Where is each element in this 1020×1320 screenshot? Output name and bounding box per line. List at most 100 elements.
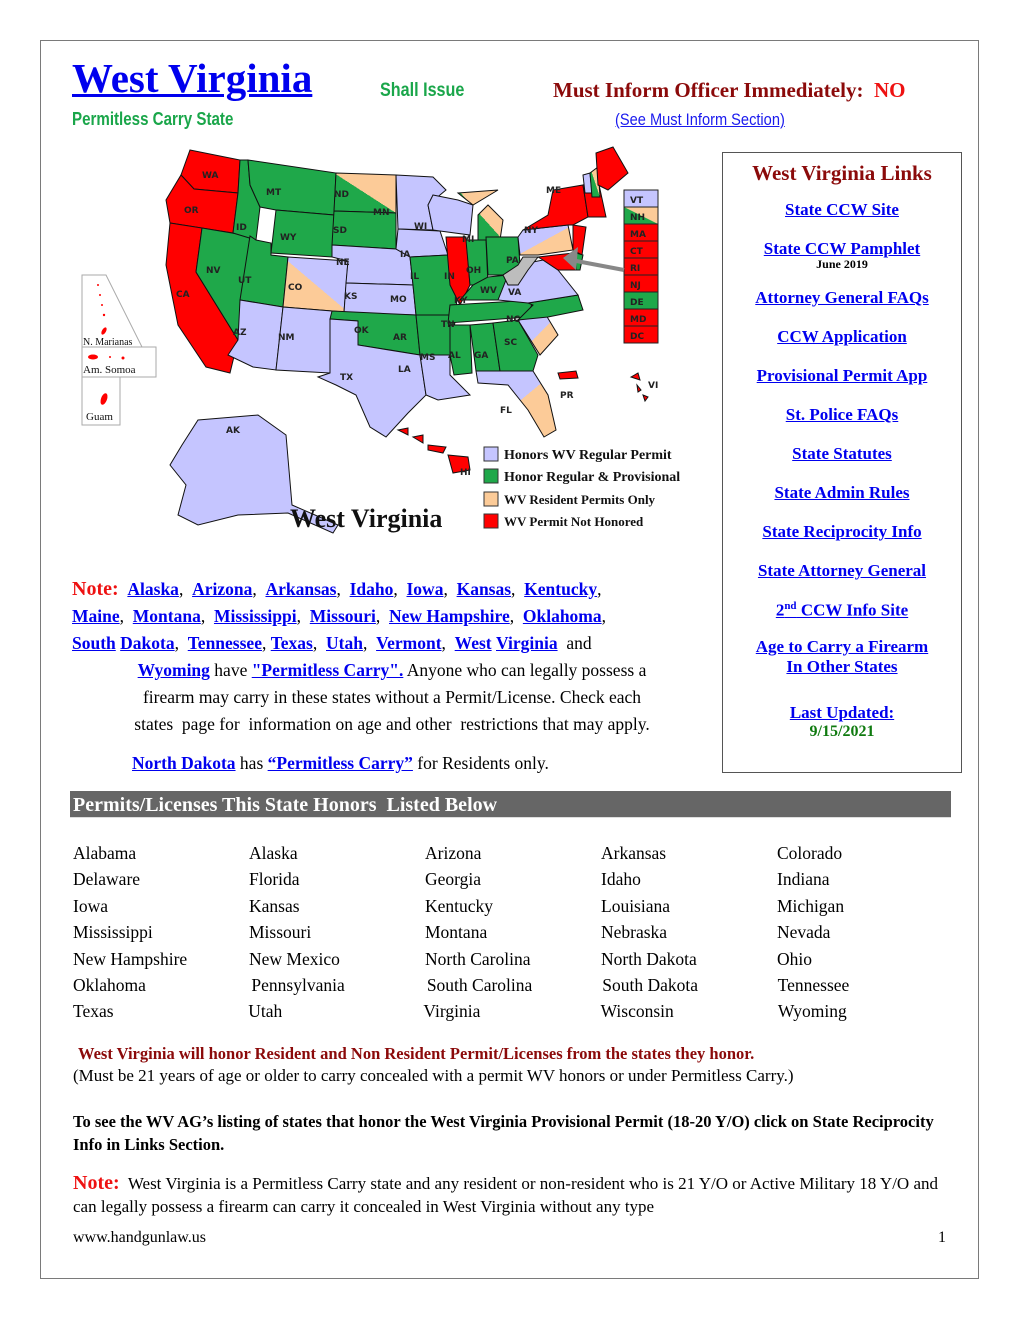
state-cell: Alabama xyxy=(73,843,137,863)
honors-section-header: Permits/Licenses This State Honors Liste… xyxy=(70,791,951,818)
svg-text:OK: OK xyxy=(354,326,370,336)
link-provisional-permit-app[interactable]: Provisional Permit App xyxy=(723,366,961,386)
state-cell: Arkansas xyxy=(601,843,667,863)
state-link[interactable]: Mississippi xyxy=(214,606,297,626)
svg-text:NC: NC xyxy=(506,315,521,325)
state-link[interactable]: Vermont xyxy=(376,633,441,653)
state-cell: Oklahoma xyxy=(73,974,146,995)
link-state-statutes[interactable]: State Statutes xyxy=(723,444,961,464)
final-note-text: West Virginia is a Permitless Carry stat… xyxy=(73,1174,943,1216)
state-link[interactable]: Dakota xyxy=(120,633,174,653)
svg-text:NY: NY xyxy=(524,226,539,236)
state-cell: Florida xyxy=(249,869,300,890)
state-link[interactable]: Texas xyxy=(271,633,313,653)
table-row: New Hampshire New Mexico North Carolina Nor… xyxy=(73,947,953,973)
state-link[interactable]: Montana xyxy=(133,606,201,626)
territory-VI xyxy=(629,372,649,403)
link-state-attorney-general[interactable]: State Attorney General xyxy=(723,561,961,581)
state-cell: Mississippi xyxy=(73,922,153,943)
legend-label: Honors WV Regular Permit xyxy=(504,448,672,463)
state-link[interactable]: Kentucky xyxy=(524,579,597,599)
state-link[interactable]: Alaska xyxy=(127,579,179,599)
svg-text:PA: PA xyxy=(506,256,519,266)
state-cell: Arizona xyxy=(425,843,482,863)
label-hi: HI xyxy=(460,468,471,478)
state-link[interactable]: Virginia xyxy=(496,633,558,653)
map-legend: Honors WV Regular Permit Honor Regular &… xyxy=(483,446,680,529)
state-cell: Michigan xyxy=(777,895,845,916)
state-cell: Tennessee xyxy=(777,974,850,995)
state-cell: New Hampshire xyxy=(73,948,188,969)
state-cell: North Dakota xyxy=(601,948,697,969)
state-cell: Ohio xyxy=(777,948,812,969)
state-link[interactable]: Missouri xyxy=(310,606,376,626)
state-link[interactable]: Iowa xyxy=(407,579,444,599)
legend-label: WV Resident Permits Only xyxy=(504,492,656,507)
link-2nd-ccw-info-site[interactable]: 2nd CCW Info Site xyxy=(723,600,961,621)
svg-text:MN: MN xyxy=(373,208,390,218)
state-cell: Georgia xyxy=(425,869,482,890)
page-title[interactable]: West Virginia xyxy=(72,58,312,99)
territory-am-somoa: Am. Somoa xyxy=(83,364,136,376)
have-word: have xyxy=(214,660,248,680)
svg-text:VT: VT xyxy=(630,196,644,206)
svg-text:MD: MD xyxy=(630,315,646,325)
state-cell: Texas xyxy=(73,1001,114,1022)
state-cell: South Dakota xyxy=(602,974,698,995)
north-dakota-link[interactable]: North Dakota xyxy=(132,753,236,773)
last-updated: Last Updated: 9/15/2021 xyxy=(723,703,961,741)
svg-text:WA: WA xyxy=(202,171,219,181)
link-attorney-general-faqs[interactable]: Attorney General FAQs xyxy=(723,288,961,308)
svg-text:SD: SD xyxy=(333,226,347,236)
link-state-ccw-site[interactable]: State CCW Site xyxy=(723,200,961,220)
note-body-3: states page for information on age and o… xyxy=(134,714,650,734)
svg-text:NH: NH xyxy=(630,213,645,223)
state-link[interactable]: Tennessee xyxy=(188,633,262,653)
state-link[interactable]: Arkansas xyxy=(265,579,336,599)
footer-url[interactable]: www.handgunlaw.us xyxy=(73,1229,206,1247)
link-state-reciprocity-info[interactable]: State Reciprocity Info xyxy=(723,522,961,542)
state-cell: Idaho xyxy=(601,869,641,890)
svg-text:NV: NV xyxy=(206,266,221,276)
state-WI xyxy=(427,194,474,236)
state-cell: New Mexico xyxy=(249,948,340,969)
permitless-carry-link[interactable]: "Permitless Carry". xyxy=(252,660,404,680)
table-row: Mississippi Missouri Montana Nebraska Nevada xyxy=(73,920,953,946)
svg-text:MA: MA xyxy=(630,230,646,240)
state-cell: Iowa xyxy=(73,895,108,916)
link-age-to-carry[interactable]: Age to Carry a Firearm In Other States xyxy=(723,637,961,677)
last-updated-label[interactable]: Last Updated: xyxy=(723,703,961,723)
svg-text:WY: WY xyxy=(280,233,297,243)
svg-text:ME: ME xyxy=(546,186,561,196)
label-vi: VI xyxy=(648,381,658,391)
svg-text:SC: SC xyxy=(504,338,517,348)
link-age-line1: Age to Carry a Firearm xyxy=(755,636,929,656)
svg-text:CT: CT xyxy=(630,247,644,257)
svg-text:IN: IN xyxy=(444,272,455,282)
svg-text:NE: NE xyxy=(336,258,350,268)
state-link[interactable]: New Hampshire xyxy=(389,606,510,626)
permitless-note: Note: Alaska, Arizona, Arkansas, Idaho, … xyxy=(72,576,712,738)
state-link[interactable]: Arizona xyxy=(192,579,252,599)
state-link[interactable]: Wyoming xyxy=(138,660,210,680)
state-link[interactable]: Kansas xyxy=(457,579,511,599)
state-link[interactable]: South xyxy=(72,633,116,653)
state-link[interactable]: Oklahoma xyxy=(523,606,602,626)
state-cell: Nevada xyxy=(777,922,831,943)
link-ccw-application[interactable]: CCW Application xyxy=(723,327,961,347)
state-link[interactable]: Utah xyxy=(326,633,363,653)
state-link[interactable]: Maine xyxy=(72,606,120,626)
svg-text:IL: IL xyxy=(410,272,419,282)
link-st-police-faqs[interactable]: St. Police FAQs xyxy=(723,405,961,425)
nd-permitless-link[interactable]: “Permitless Carry” xyxy=(268,753,413,773)
link-2nd-text: CCW Info Site xyxy=(796,600,909,620)
link-state-ccw-pamphlet[interactable]: State CCW Pamphlet xyxy=(723,239,961,259)
see-must-inform-link[interactable]: (See Must Inform Section) xyxy=(615,110,785,130)
state-link[interactable]: Idaho xyxy=(350,579,394,599)
svg-text:OH: OH xyxy=(466,266,481,276)
state-link[interactable]: West xyxy=(455,633,492,653)
state-cell: Indiana xyxy=(777,869,830,890)
link-state-admin-rules[interactable]: State Admin Rules xyxy=(723,483,961,503)
svg-text:FL: FL xyxy=(500,406,512,416)
state-cell: Missouri xyxy=(249,922,312,943)
